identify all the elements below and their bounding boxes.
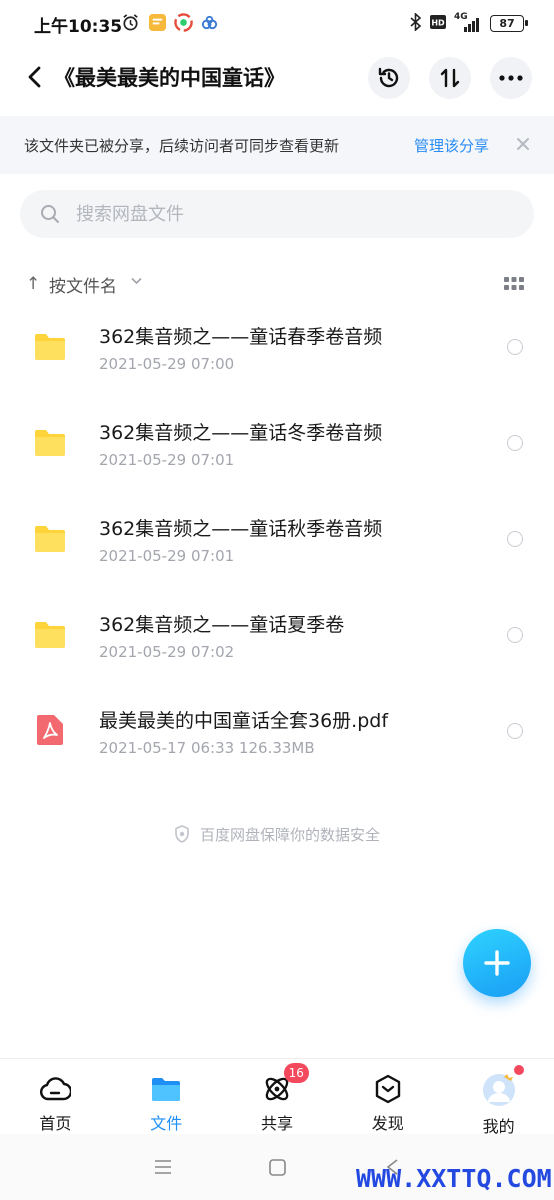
- alarm-icon: [121, 13, 140, 32]
- sort-arrows-icon: [440, 68, 460, 88]
- pdf-file-icon: [37, 715, 63, 745]
- file-name: 362集音频之——童话夏季卷: [99, 614, 345, 636]
- signal-icon: 4G: [454, 12, 482, 32]
- notification-dot: [514, 1065, 525, 1075]
- file-meta: 2021-05-17 06:33 126.33MB: [99, 739, 315, 757]
- sort-row: ↑ 按文件名: [0, 266, 554, 300]
- select-checkbox[interactable]: [507, 531, 523, 547]
- list-item[interactable]: 362集音频之——童话夏季卷 2021-05-29 07:02: [0, 588, 554, 684]
- cloud-app-icon: [200, 13, 219, 32]
- bluetooth-icon: [410, 12, 422, 34]
- select-checkbox[interactable]: [507, 627, 523, 643]
- avatar-icon: [482, 1073, 516, 1107]
- close-icon[interactable]: [512, 133, 534, 155]
- sort-direction-icon[interactable]: ↑: [26, 274, 40, 294]
- svg-text:HD: HD: [431, 19, 445, 28]
- bottom-nav: 首页 文件 共享 16 发现 我的: [0, 1058, 554, 1136]
- file-list: 362集音频之——童话春季卷音频 2021-05-29 07:00 362集音频…: [0, 300, 554, 780]
- home-square-icon[interactable]: [266, 1156, 288, 1178]
- file-meta: 2021-05-29 07:02: [99, 643, 235, 661]
- nav-item-me[interactable]: 我的: [443, 1059, 554, 1136]
- folder-icon: [35, 622, 65, 648]
- status-time: 上午10:35: [34, 17, 123, 37]
- status-bar: 上午10:35 HD 4G 87: [0, 0, 554, 48]
- header: 《最美最美的中国童话》: [0, 52, 554, 104]
- nav-label: 文件: [150, 1114, 183, 1133]
- list-item[interactable]: 最美最美的中国童话全套36册.pdf 2021-05-17 06:33 126.…: [0, 684, 554, 780]
- cloud-icon: [38, 1073, 72, 1104]
- file-meta: 2021-05-29 07:00: [99, 355, 235, 373]
- search-bar[interactable]: [20, 190, 534, 238]
- notification-badge: 16: [283, 1063, 309, 1083]
- folder-icon: [35, 526, 65, 552]
- file-name: 362集音频之——童话秋季卷音频: [99, 518, 383, 540]
- chevron-down-icon[interactable]: [131, 275, 142, 288]
- hd-icon: HD: [430, 15, 446, 32]
- folder-icon: [35, 430, 65, 456]
- nav-item-files[interactable]: 文件: [111, 1059, 222, 1134]
- nav-item-discover[interactable]: 发现: [332, 1059, 443, 1134]
- browser-app-icon: [174, 13, 193, 32]
- nav-label: 共享: [260, 1114, 293, 1133]
- nav-item-share[interactable]: 共享 16: [222, 1059, 333, 1134]
- more-button[interactable]: [490, 57, 532, 99]
- page-title: 《最美最美的中国童话》: [54, 66, 285, 90]
- sort-button[interactable]: [429, 57, 471, 99]
- sort-by-name-dropdown[interactable]: 按文件名: [49, 272, 117, 297]
- search-input[interactable]: [76, 190, 516, 238]
- safety-note: 百度网盘保障你的数据安全: [0, 824, 554, 845]
- list-item[interactable]: 362集音频之——童话春季卷音频 2021-05-29 07:00: [0, 300, 554, 396]
- history-button[interactable]: [368, 57, 410, 99]
- back-button[interactable]: [20, 62, 50, 92]
- file-name: 最美最美的中国童话全套36册.pdf: [99, 710, 389, 732]
- chevron-left-icon: [28, 66, 41, 88]
- list-item[interactable]: 362集音频之——童话秋季卷音频 2021-05-29 07:01: [0, 492, 554, 588]
- discover-box-icon: [371, 1073, 405, 1104]
- more-dots-icon: [499, 75, 523, 81]
- nav-label: 首页: [39, 1114, 72, 1133]
- share-banner-text: 该文件夹已被分享，后续访问者可同步查看更新: [24, 137, 340, 155]
- menu-icon[interactable]: [152, 1156, 174, 1178]
- select-checkbox[interactable]: [507, 435, 523, 451]
- folder-icon: [149, 1073, 183, 1104]
- notes-app-icon: [148, 13, 167, 32]
- network-type: 4G: [454, 11, 468, 22]
- battery-icon: 87: [490, 15, 528, 32]
- history-icon: [378, 67, 399, 88]
- safety-note-text: 百度网盘保障你的数据安全: [199, 826, 380, 844]
- file-name: 362集音频之——童话冬季卷音频: [99, 422, 383, 444]
- select-checkbox[interactable]: [507, 339, 523, 355]
- select-checkbox[interactable]: [507, 723, 523, 739]
- watermark: WWW.XXTTQ.COM: [356, 1164, 552, 1193]
- status-indicators: HD 4G 87: [410, 12, 528, 34]
- list-item[interactable]: 362集音频之——童话冬季卷音频 2021-05-29 07:01: [0, 396, 554, 492]
- folder-icon: [35, 334, 65, 360]
- grid-view-icon[interactable]: [504, 277, 524, 291]
- plus-icon: [484, 950, 510, 976]
- file-name: 362集音频之——童话春季卷音频: [99, 326, 383, 348]
- file-meta: 2021-05-29 07:01: [99, 451, 235, 469]
- search-icon: [41, 205, 59, 223]
- share-banner: 该文件夹已被分享，后续访问者可同步查看更新 管理该分享: [0, 116, 554, 174]
- add-button[interactable]: [463, 929, 531, 997]
- nav-item-home[interactable]: 首页: [0, 1059, 111, 1134]
- file-meta: 2021-05-29 07:01: [99, 547, 235, 565]
- nav-label: 发现: [371, 1114, 404, 1133]
- manage-share-link[interactable]: 管理该分享: [414, 135, 489, 156]
- shield-icon: [175, 825, 189, 843]
